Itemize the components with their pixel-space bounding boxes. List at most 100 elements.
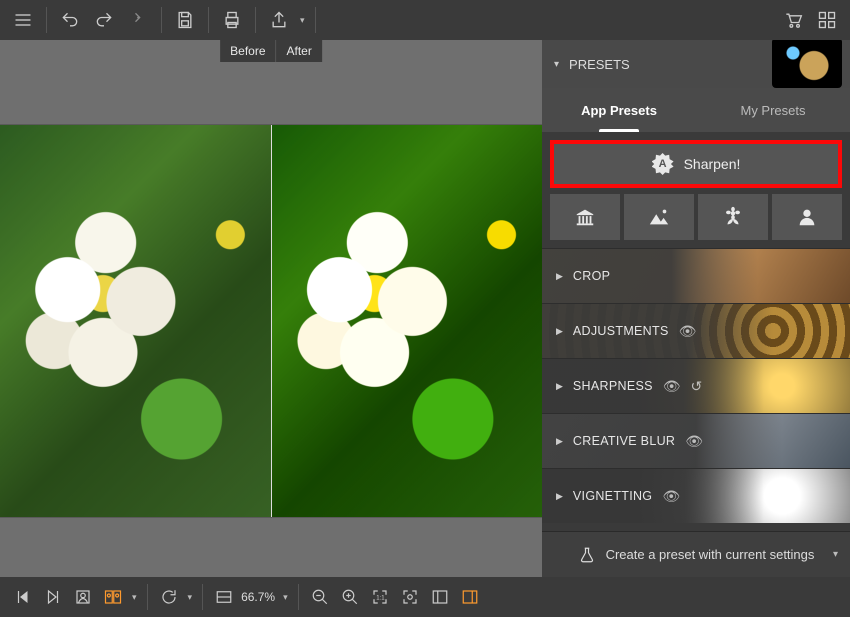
fit-icon xyxy=(215,588,233,606)
separator xyxy=(255,7,256,33)
panel-header[interactable]: ▾ PRESETS xyxy=(542,40,850,88)
collapse-caret-icon[interactable]: ▾ xyxy=(554,59,559,70)
separator xyxy=(147,584,148,610)
undo-icon xyxy=(60,10,80,30)
zoom-caret[interactable]: ▾ xyxy=(279,592,292,603)
undo-button[interactable] xyxy=(53,3,87,37)
preset-sharpen-label: Sharpen! xyxy=(684,156,741,172)
zoom-value: 66.7% xyxy=(239,590,279,604)
fit-view-button[interactable] xyxy=(209,582,239,612)
flower-icon xyxy=(722,206,744,228)
visibility-icon[interactable]: 👁 xyxy=(662,488,680,505)
cat-flower[interactable] xyxy=(698,194,768,240)
canvas-compare[interactable] xyxy=(0,125,542,517)
view-caret[interactable]: ▾ xyxy=(128,592,141,603)
section-sharpness-label: Sharpness xyxy=(573,379,653,393)
step-forward-icon xyxy=(128,10,148,30)
after-label: After xyxy=(276,40,322,62)
menu-button[interactable] xyxy=(6,3,40,37)
save-icon xyxy=(175,10,195,30)
print-button[interactable] xyxy=(215,3,249,37)
person-icon xyxy=(796,206,818,228)
zoom-in-button[interactable] xyxy=(335,582,365,612)
next-icon xyxy=(44,588,62,606)
grid-button[interactable] xyxy=(810,3,844,37)
redo-icon xyxy=(94,10,114,30)
prev-icon xyxy=(14,588,32,606)
share-icon xyxy=(269,10,289,30)
panel-toggle-right-button[interactable] xyxy=(455,582,485,612)
single-view-button[interactable] xyxy=(68,582,98,612)
fit-zoom-button[interactable] xyxy=(395,582,425,612)
separator xyxy=(315,7,316,33)
section-vignetting-label: Vignetting xyxy=(573,489,652,503)
panel-right-icon xyxy=(461,588,479,606)
top-toolbar: ▾ xyxy=(0,0,850,40)
save-button[interactable] xyxy=(168,3,202,37)
auto-badge-letter: A xyxy=(659,158,667,170)
separator xyxy=(161,7,162,33)
menu-icon xyxy=(13,10,33,30)
actual-size-button[interactable]: 1:1 xyxy=(365,582,395,612)
cat-person[interactable] xyxy=(772,194,842,240)
auto-badge-icon: A xyxy=(652,153,674,175)
tab-app-presets-label: App Presets xyxy=(581,103,657,118)
panel-title: PRESETS xyxy=(569,57,630,72)
tab-my-presets[interactable]: My Presets xyxy=(696,88,850,132)
landscape-icon xyxy=(648,206,670,228)
panel-toggle-left-button[interactable] xyxy=(425,582,455,612)
section-adjustments[interactable]: ▶ Adjustments 👁 xyxy=(542,303,850,358)
rotate-button[interactable] xyxy=(154,582,184,612)
edit-sections: ▶ Crop ▶ Adjustments 👁 ▶ Sharpness 👁 ↺ ▶… xyxy=(542,248,850,531)
create-preset-button[interactable]: Create a preset with current settings ▾ xyxy=(542,531,850,577)
cat-landscape[interactable] xyxy=(624,194,694,240)
section-crop[interactable]: ▶ Crop xyxy=(542,248,850,303)
before-after-labels: Before After xyxy=(220,40,322,62)
separator xyxy=(46,7,47,33)
section-sharpness[interactable]: ▶ Sharpness 👁 ↺ xyxy=(542,358,850,413)
preset-sharpen-button[interactable]: A Sharpen! xyxy=(550,140,842,188)
expand-caret-icon: ▶ xyxy=(556,326,563,337)
next-image-button[interactable] xyxy=(38,582,68,612)
zoom-out-icon xyxy=(311,588,329,606)
zoom-out-button[interactable] xyxy=(305,582,335,612)
canvas-zone: Before After xyxy=(0,40,542,577)
section-creative-blur-label: Creative Blur xyxy=(573,434,675,448)
compare-view-button[interactable] xyxy=(98,582,128,612)
section-vignetting[interactable]: ▶ Vignetting 👁 xyxy=(542,468,850,523)
reset-icon[interactable]: ↺ xyxy=(691,378,703,395)
step-forward-button[interactable] xyxy=(121,3,155,37)
separator xyxy=(208,7,209,33)
cat-museum[interactable] xyxy=(550,194,620,240)
compare-view-icon xyxy=(104,588,122,606)
share-caret[interactable]: ▾ xyxy=(296,15,309,26)
separator xyxy=(202,584,203,610)
visibility-icon[interactable]: 👁 xyxy=(663,378,681,395)
section-adjustments-label: Adjustments xyxy=(573,324,669,338)
print-icon xyxy=(222,10,242,30)
tab-app-presets[interactable]: App Presets xyxy=(542,88,696,132)
museum-icon xyxy=(574,206,596,228)
rotate-caret[interactable]: ▾ xyxy=(184,592,197,603)
cart-button[interactable] xyxy=(776,3,810,37)
preset-tabs: App Presets My Presets xyxy=(542,88,850,132)
zoom-in-icon xyxy=(341,588,359,606)
cart-icon xyxy=(783,10,803,30)
visibility-icon[interactable]: 👁 xyxy=(685,433,703,450)
prev-image-button[interactable] xyxy=(8,582,38,612)
expand-caret-icon: ▶ xyxy=(556,491,563,502)
share-button[interactable] xyxy=(262,3,296,37)
section-creative-blur[interactable]: ▶ Creative Blur 👁 xyxy=(542,413,850,468)
rotate-icon xyxy=(160,588,178,606)
right-panel: ▾ PRESETS App Presets My Presets A Sharp… xyxy=(542,40,850,577)
fit-zoom-icon xyxy=(401,588,419,606)
before-label: Before xyxy=(220,40,275,62)
panel-left-icon xyxy=(431,588,449,606)
single-view-icon xyxy=(74,588,92,606)
dropdown-caret-icon[interactable]: ▾ xyxy=(833,549,838,560)
redo-button[interactable] xyxy=(87,3,121,37)
create-preset-label: Create a preset with current settings xyxy=(606,547,815,562)
grid-icon xyxy=(817,10,837,30)
expand-caret-icon: ▶ xyxy=(556,436,563,447)
visibility-icon[interactable]: 👁 xyxy=(679,323,697,340)
